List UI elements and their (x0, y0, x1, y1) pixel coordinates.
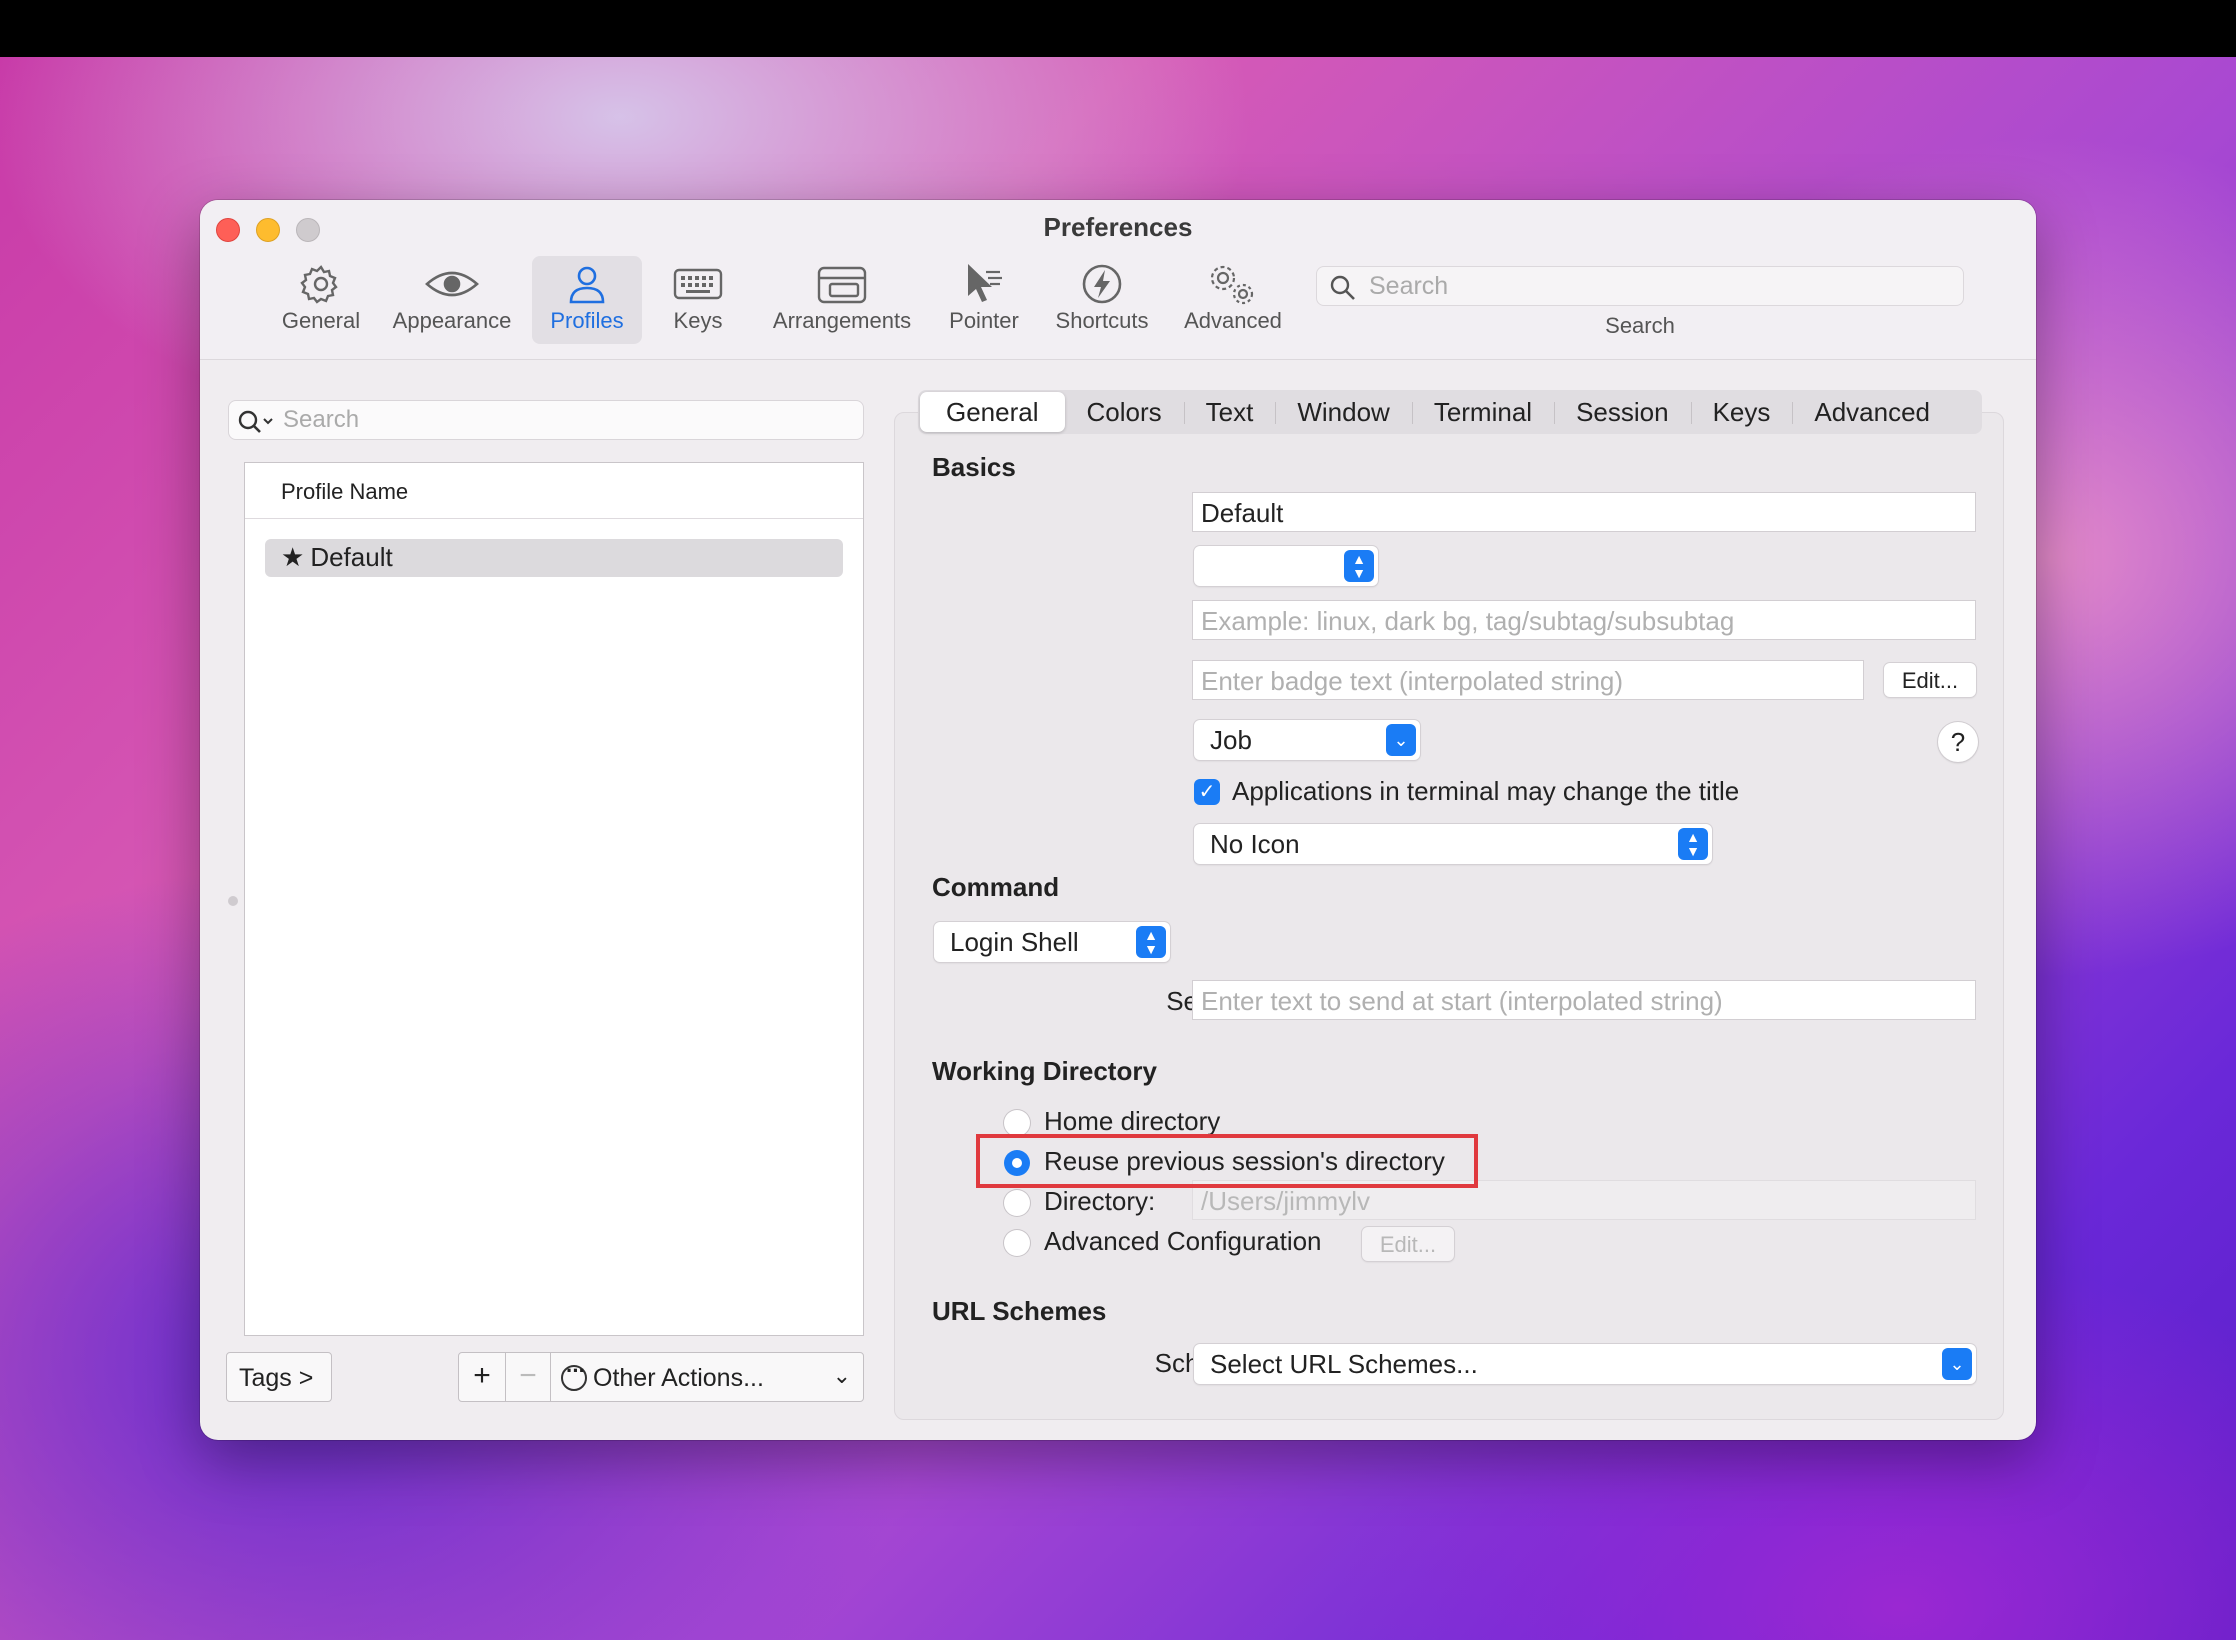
profile-name-header[interactable]: Profile Name (245, 463, 863, 519)
split-view-handle[interactable] (228, 896, 238, 906)
advanced-configuration-edit-button[interactable]: Edit... (1362, 1227, 1454, 1261)
toolbar-search[interactable] (1316, 266, 1964, 306)
toolbar-search-input[interactable] (1369, 271, 1949, 301)
tab-advanced[interactable]: Advanced (1792, 390, 1952, 434)
name-field[interactable]: Default (1192, 492, 1976, 532)
chevron-down-icon: ⌄ (1942, 1348, 1972, 1380)
star-icon: ★ (281, 542, 305, 572)
profile-search-input[interactable] (283, 406, 843, 434)
toolbar-profiles[interactable]: Profiles (532, 256, 642, 344)
search-icon (237, 408, 277, 441)
home-directory-radio[interactable] (1004, 1110, 1030, 1136)
toolbar-advanced[interactable]: Advanced (1176, 256, 1290, 344)
send-text-field[interactable]: Enter text to send at start (interpolate… (1192, 980, 1976, 1020)
person-icon (532, 256, 642, 308)
toolbar: Preferences General Appearance Profiles (200, 200, 2036, 360)
chevron-down-icon: ⌄ (1386, 724, 1416, 756)
gears-icon (1176, 256, 1290, 308)
apps-change-title-label: Applications in terminal may change the … (1232, 776, 1740, 806)
home-directory-label: Home directory (1044, 1106, 1221, 1136)
add-profile-button[interactable]: + (458, 1352, 506, 1402)
tags-field[interactable]: Example: linux, dark bg, tag/subtag/subs… (1192, 600, 1976, 640)
profile-search[interactable] (228, 400, 864, 440)
tab-colors[interactable]: Colors (1065, 390, 1184, 434)
basics-heading: Basics (932, 452, 1016, 482)
toolbar-general[interactable]: General (276, 256, 366, 344)
window-title: Preferences (1043, 212, 1193, 242)
directory-radio[interactable] (1004, 1190, 1030, 1216)
tags-button[interactable]: Tags > (226, 1352, 332, 1402)
chevron-down-icon: ⌄ (832, 1363, 851, 1388)
toolbar-search-label: Search (1605, 313, 1675, 338)
updown-chevron-icon: ▲ ▼ (1136, 926, 1166, 958)
other-actions-label: Other Actions... (593, 1364, 764, 1392)
preferences-window: Preferences General Appearance Profiles (200, 200, 2036, 1440)
command-value: Login Shell (950, 927, 1079, 957)
toolbar-advanced-label: Advanced (1184, 308, 1282, 333)
eye-icon (386, 256, 518, 308)
toolbar-keys[interactable]: Keys (662, 256, 734, 344)
command-heading: Command (932, 872, 1060, 902)
url-schemes-value: Select URL Schemes... (1210, 1349, 1478, 1379)
badge-field[interactable]: Enter badge text (interpolated string) (1192, 660, 1864, 700)
profile-list[interactable]: Profile Name ★ Default (244, 462, 864, 1336)
gear-icon (276, 256, 366, 308)
directory-label: Directory: (1044, 1186, 1156, 1216)
icon-popup[interactable]: No Icon ▲ ▼ (1194, 824, 1712, 864)
tab-keys[interactable]: Keys (1690, 390, 1793, 434)
toolbar-profiles-label: Profiles (550, 308, 624, 333)
profile-tabs: General Colors Text Window Terminal Sess… (918, 390, 1982, 434)
updown-chevron-icon: ▲ ▼ (1678, 828, 1708, 860)
url-schemes-heading: URL Schemes (932, 1296, 1107, 1326)
other-actions-button[interactable]: Other Actions... ⌄ (550, 1352, 864, 1402)
toolbar-arrangements-label: Arrangements (772, 308, 912, 333)
apps-change-title-checkbox[interactable]: ✓ (1194, 779, 1220, 805)
toolbar-pointer[interactable]: Pointer (940, 256, 1028, 344)
search-icon (1329, 274, 1357, 307)
updown-chevron-icon: ▲ ▼ (1344, 550, 1374, 582)
toolbar-shortcuts[interactable]: Shortcuts (1046, 256, 1158, 344)
remove-profile-button[interactable]: − (505, 1352, 551, 1402)
toolbar-shortcuts-label: Shortcuts (1055, 308, 1149, 333)
pointer-icon (940, 256, 1028, 308)
highlight-box (976, 1134, 1478, 1188)
toolbar-arrangements[interactable]: Arrangements (762, 256, 922, 344)
icon-value: No Icon (1210, 829, 1300, 859)
advanced-configuration-label: Advanced Configuration (1044, 1226, 1322, 1256)
url-schemes-popup[interactable]: Select URL Schemes... ⌄ (1194, 1344, 1976, 1384)
title-value: Job (1210, 725, 1252, 755)
tab-terminal[interactable]: Terminal (1411, 390, 1554, 434)
tab-window[interactable]: Window (1275, 390, 1411, 434)
shortcut-key-popup[interactable]: ▲ ▼ (1194, 546, 1378, 586)
toolbar-general-label: General (281, 308, 361, 333)
profile-name: Default (310, 542, 393, 572)
keyboard-icon (662, 256, 734, 308)
tab-general[interactable]: General (920, 392, 1065, 432)
ellipsis-circle-icon (561, 1358, 587, 1391)
help-button[interactable]: ? (1938, 722, 1978, 762)
window-icon (762, 256, 922, 308)
toolbar-pointer-label: Pointer (949, 308, 1019, 333)
working-directory-heading: Working Directory (932, 1056, 1157, 1086)
command-popup[interactable]: Login Shell ▲ ▼ (934, 922, 1170, 962)
tab-session[interactable]: Session (1554, 390, 1691, 434)
title-popup[interactable]: Job ⌄ (1194, 720, 1420, 760)
badge-edit-button[interactable]: Edit... (1884, 663, 1976, 697)
toolbar-appearance-label: Appearance (392, 308, 512, 333)
advanced-configuration-radio[interactable] (1004, 1230, 1030, 1256)
list-item[interactable]: ★ Default (265, 539, 843, 577)
bolt-icon (1046, 256, 1158, 308)
toolbar-appearance[interactable]: Appearance (386, 256, 518, 344)
tab-text[interactable]: Text (1183, 390, 1276, 434)
